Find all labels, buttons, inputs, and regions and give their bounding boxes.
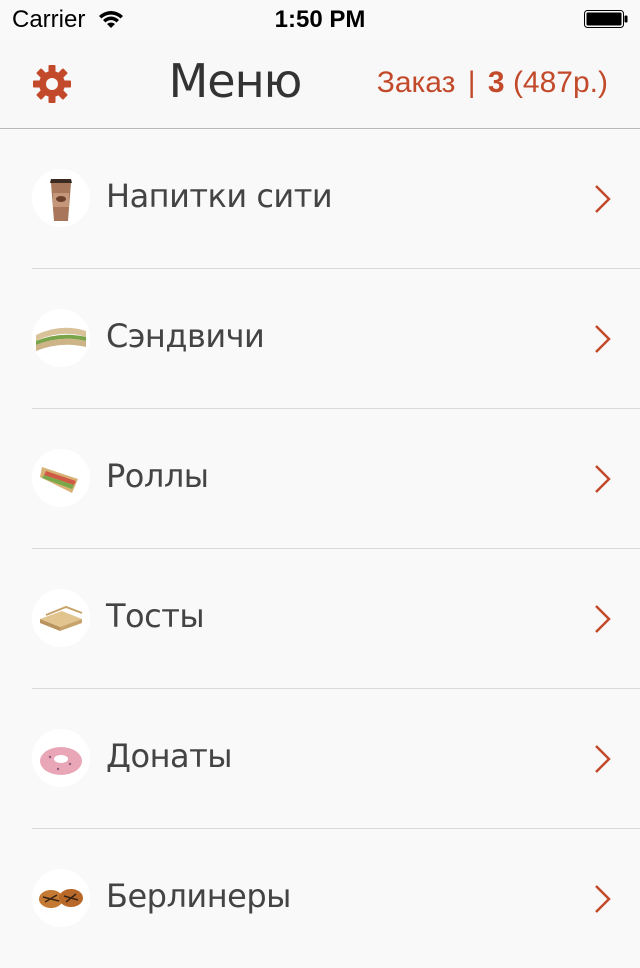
order-total: (487р.) <box>512 66 608 99</box>
menu-item-berliners[interactable]: Берлинеры <box>32 829 640 968</box>
battery-icon <box>584 10 628 28</box>
menu-item-label: Тосты <box>106 597 205 635</box>
donut-icon <box>32 729 90 787</box>
clock: 1:50 PM <box>274 6 366 33</box>
order-count: 3 <box>487 66 505 99</box>
menu-item-label: Сэндвичи <box>106 317 265 355</box>
chevron-right-icon <box>595 745 611 773</box>
chevron-right-icon <box>595 465 611 493</box>
menu-item-rolls[interactable]: Роллы <box>32 409 640 549</box>
menu-item-sandwiches[interactable]: Сэндвичи <box>32 269 640 409</box>
menu-list: Напитки сити Сэндвичи Роллы Тосты Донаты… <box>0 129 640 968</box>
menu-item-label: Роллы <box>106 457 209 495</box>
order-separator: | <box>467 66 476 99</box>
chevron-right-icon <box>595 185 611 213</box>
berliner-icon <box>32 869 90 927</box>
coffee-cup-icon <box>32 169 90 227</box>
status-bar: Carrier 1:50 PM <box>0 0 640 40</box>
order-label: Заказ <box>376 66 456 99</box>
navigation-bar: Меню Заказ | 3 (487р.) <box>0 40 640 129</box>
order-summary-button[interactable]: Заказ | 3 (487р.) <box>377 66 608 100</box>
sandwich-icon <box>32 309 90 367</box>
chevron-right-icon <box>595 885 611 913</box>
menu-item-drinks[interactable]: Напитки сити <box>32 129 640 269</box>
menu-item-label: Напитки сити <box>106 177 333 215</box>
roll-icon <box>32 449 90 507</box>
chevron-right-icon <box>595 605 611 633</box>
chevron-right-icon <box>595 325 611 353</box>
menu-item-label: Берлинеры <box>106 877 291 915</box>
menu-item-label: Донаты <box>106 737 233 775</box>
menu-item-toasts[interactable]: Тосты <box>32 549 640 689</box>
menu-item-donuts[interactable]: Донаты <box>32 689 640 829</box>
toast-icon <box>32 589 90 647</box>
